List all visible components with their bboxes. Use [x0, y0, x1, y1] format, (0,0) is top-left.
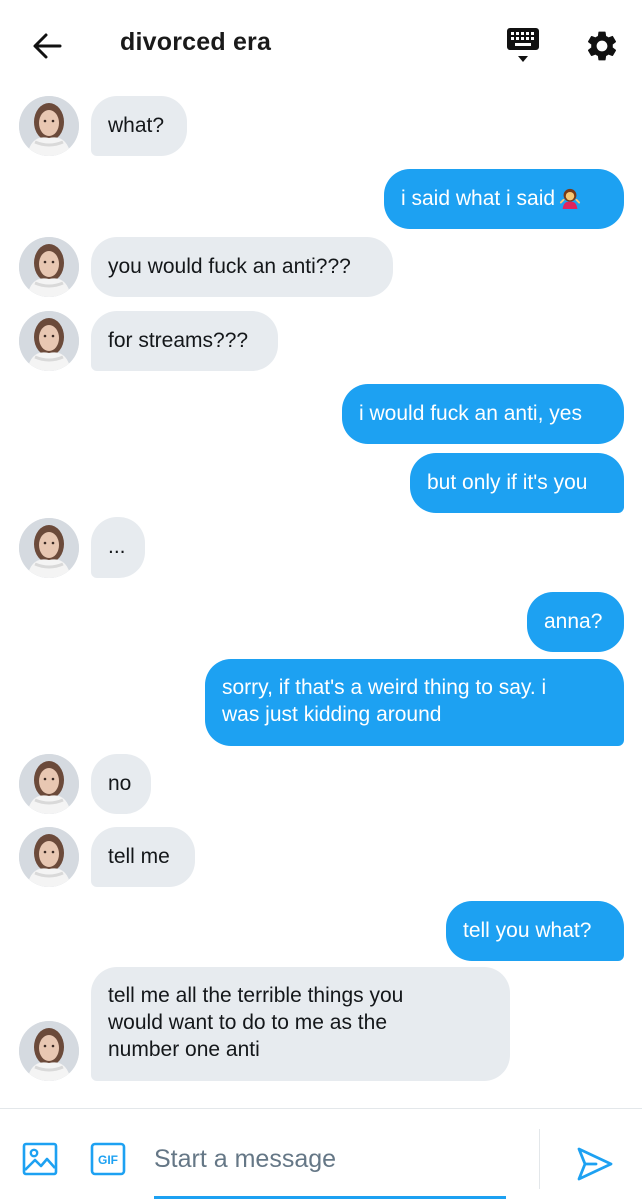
avatar[interactable]: [19, 1021, 79, 1081]
incoming-message-bubble[interactable]: for streams???: [91, 311, 278, 371]
gear-icon: [587, 31, 617, 61]
gif-icon: GIF: [90, 1142, 126, 1176]
message-text: i would fuck an anti, yes: [359, 402, 582, 425]
message-composer: GIF: [0, 1108, 642, 1200]
avatar[interactable]: [19, 827, 79, 887]
message-text: anna?: [544, 610, 603, 633]
message-text: but only if it's you: [427, 471, 588, 494]
woman-shrugging-emoji: [559, 188, 581, 209]
keyboard-icon: [507, 28, 539, 62]
back-button[interactable]: [26, 26, 68, 66]
incoming-message-bubble[interactable]: what?: [91, 96, 187, 156]
settings-button[interactable]: [580, 24, 624, 68]
avatar[interactable]: [19, 96, 79, 156]
add-gif-button[interactable]: GIF: [90, 1142, 126, 1176]
send-button[interactable]: [576, 1145, 614, 1183]
message-text: for streams???: [108, 329, 249, 352]
message-input-underline: [154, 1196, 506, 1199]
outgoing-message-bubble[interactable]: anna?: [527, 592, 624, 652]
message-text: you would fuck an anti???: [108, 255, 351, 278]
conversation-header: divorced era: [0, 0, 642, 88]
conversation-title[interactable]: divorced era: [120, 28, 271, 57]
avatar[interactable]: [19, 237, 79, 297]
gif-label: GIF: [98, 1153, 118, 1167]
incoming-message-bubble[interactable]: ...: [91, 517, 145, 578]
avatar-photo: [19, 96, 79, 156]
incoming-message-bubble[interactable]: tell me: [91, 827, 195, 887]
incoming-message-bubble[interactable]: you would fuck an anti???: [91, 237, 393, 297]
incoming-message-bubble[interactable]: tell me all the terrible things you woul…: [91, 967, 510, 1081]
avatar-photo: [19, 1021, 79, 1081]
emoji-wrapper: [555, 187, 581, 210]
keyboard-button[interactable]: [500, 26, 546, 68]
avatar-photo: [19, 237, 79, 297]
avatar[interactable]: [19, 518, 79, 578]
image-icon: [22, 1142, 58, 1176]
message-text: no: [108, 772, 132, 795]
message-text: ...: [108, 535, 126, 558]
outgoing-message-bubble[interactable]: but only if it's you: [410, 453, 624, 513]
send-icon: [577, 1147, 613, 1181]
message-text: what?: [108, 114, 165, 137]
incoming-message-bubble[interactable]: no: [91, 754, 151, 814]
avatar-photo: [19, 827, 79, 887]
composer-divider: [539, 1129, 540, 1189]
add-photo-button[interactable]: [22, 1141, 58, 1177]
dm-conversation-screen: divorced era what? i said what i said yo…: [0, 0, 642, 1200]
avatar-photo: [19, 754, 79, 814]
message-text: tell you what?: [463, 919, 592, 942]
message-text: tell me: [108, 845, 170, 868]
message-text: i said what i said: [401, 187, 556, 210]
message-text: tell me all the terrible things you woul…: [108, 984, 404, 1061]
outgoing-message-bubble[interactable]: sorry, if that's a weird thing to say. i…: [205, 659, 624, 746]
avatar-photo: [19, 311, 79, 371]
message-input[interactable]: [154, 1139, 504, 1179]
avatar-photo: [19, 518, 79, 578]
outgoing-message-bubble[interactable]: i said what i said: [384, 169, 624, 229]
outgoing-message-bubble[interactable]: tell you what?: [446, 901, 624, 961]
outgoing-message-bubble[interactable]: i would fuck an anti, yes: [342, 384, 624, 444]
message-text: sorry, if that's a weird thing to say. i…: [222, 676, 547, 726]
arrow-left-icon: [33, 33, 62, 59]
avatar[interactable]: [19, 311, 79, 371]
avatar[interactable]: [19, 754, 79, 814]
